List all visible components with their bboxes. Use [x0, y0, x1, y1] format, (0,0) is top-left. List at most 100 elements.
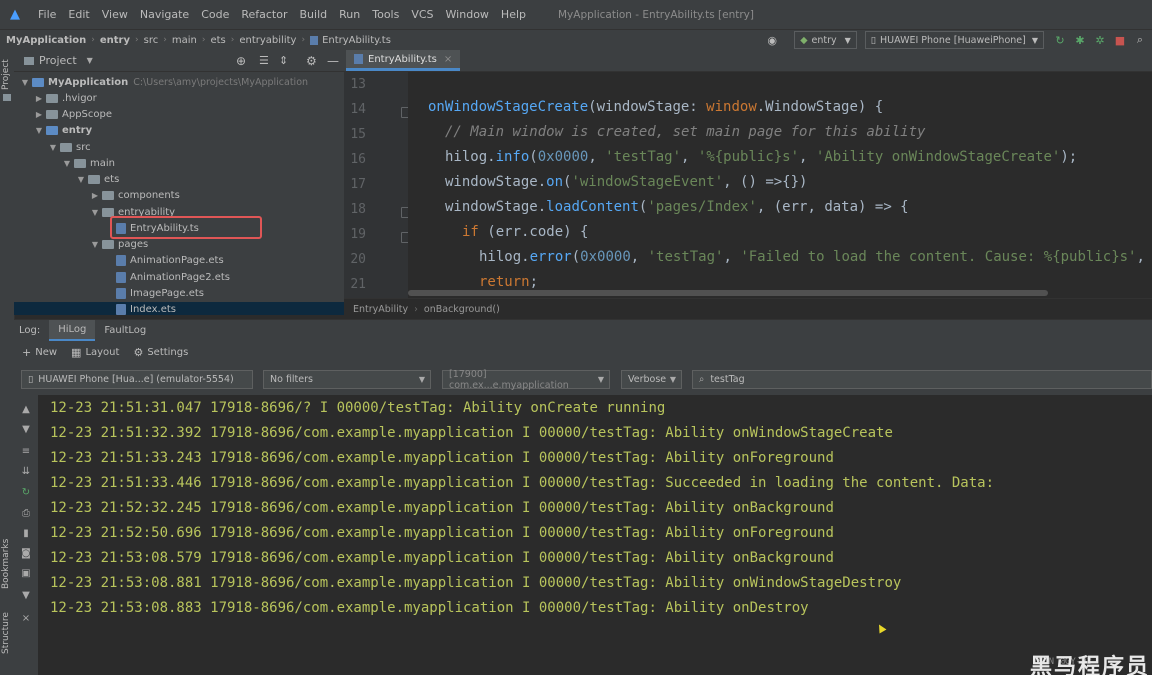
- tree-item-label: main: [90, 157, 115, 169]
- menu-tools[interactable]: Tools: [366, 8, 405, 21]
- log-level-select[interactable]: Verbose ▼: [621, 370, 682, 389]
- filter-label: No filters: [270, 374, 313, 385]
- breadcrumb-method[interactable]: onBackground(): [424, 304, 500, 315]
- arrow-down-icon[interactable]: ▼: [19, 424, 33, 435]
- device-select[interactable]: ▯ HUAWEI Phone [HuaweiPhone] ▼: [864, 31, 1044, 49]
- chevron-down-icon[interactable]: ▼: [20, 78, 30, 87]
- breadcrumb-item[interactable]: EntryAbility.ts: [322, 35, 391, 46]
- folder-icon: [46, 110, 58, 120]
- chevron-down-icon[interactable]: ▼: [48, 143, 58, 152]
- breadcrumb-item[interactable]: main: [172, 35, 197, 46]
- tree-item[interactable]: Index.ets: [14, 301, 344, 315]
- project-tool-icon: [3, 94, 11, 101]
- log-output[interactable]: 12-23 21:51:31.047 17918-8696/? I 00000/…: [38, 395, 1152, 675]
- project-tool-tab[interactable]: Project: [1, 59, 11, 90]
- chevron-down-icon[interactable]: ▼: [90, 240, 100, 249]
- menu-build[interactable]: Build: [294, 8, 334, 21]
- menu-refactor[interactable]: Refactor: [235, 8, 293, 21]
- search-everywhere-icon[interactable]: ⌕: [1132, 33, 1148, 47]
- filter-icon[interactable]: ▼: [19, 590, 33, 601]
- chevron-right-icon[interactable]: ▶: [34, 94, 44, 103]
- editor-horizontal-scrollbar[interactable]: [408, 290, 1048, 296]
- layout-button[interactable]: ▦ Layout: [71, 346, 119, 359]
- tree-item[interactable]: ▼ src: [14, 139, 344, 155]
- chevron-right-icon[interactable]: ▶: [34, 110, 44, 119]
- tree-item[interactable]: ▼ MyApplication C:\Users\amy\projects\MyAp…: [14, 74, 344, 90]
- left-tool-stripe-bottom: Bookmarks Structure: [0, 319, 15, 675]
- menu-edit[interactable]: Edit: [62, 8, 95, 21]
- menu-vcs[interactable]: VCS: [405, 8, 439, 21]
- close-icon[interactable]: ×: [19, 613, 33, 624]
- tree-item[interactable]: AnimationPage.ets: [14, 253, 344, 269]
- soft-wrap-icon[interactable]: ≡: [19, 446, 33, 457]
- breadcrumb-item[interactable]: MyApplication: [6, 35, 86, 46]
- structure-tool-tab[interactable]: Structure: [1, 612, 11, 654]
- chevron-down-icon[interactable]: ▼: [62, 159, 72, 168]
- save-icon[interactable]: ▣: [19, 568, 33, 579]
- menu-help[interactable]: Help: [495, 8, 532, 21]
- chevron-down-icon[interactable]: ▼: [87, 56, 93, 65]
- search-icon: ⌕: [699, 374, 705, 385]
- log-level-label: Verbose: [628, 374, 667, 385]
- tree-item[interactable]: ▼ ets: [14, 172, 344, 188]
- tab-hilog[interactable]: HiLog: [49, 320, 96, 341]
- menu-window[interactable]: Window: [440, 8, 495, 21]
- breadcrumb-item[interactable]: src: [144, 35, 159, 46]
- code-editor[interactable]: onWindowStageCreate(windowStage: window.…: [408, 72, 1152, 298]
- tree-item[interactable]: ▼ entry: [14, 123, 344, 139]
- bookmarks-tool-tab[interactable]: Bookmarks: [1, 539, 11, 589]
- debug-icon[interactable]: ✱: [1072, 34, 1088, 47]
- breadcrumb-item[interactable]: entryability: [239, 35, 296, 46]
- tree-item-label: .hvigor: [62, 92, 97, 104]
- breadcrumb-item[interactable]: ets: [210, 35, 225, 46]
- chevron-down-icon[interactable]: ▼: [34, 126, 44, 135]
- attach-debugger-icon[interactable]: ✲: [1092, 34, 1108, 47]
- file-icon: [116, 271, 126, 283]
- rerun-icon[interactable]: ↻: [1052, 34, 1068, 47]
- clear-icon[interactable]: ▮: [19, 528, 33, 539]
- locate-icon[interactable]: ⊕: [236, 54, 246, 68]
- collapse-all-icon[interactable]: ☰: [259, 54, 269, 67]
- scroll-to-end-icon[interactable]: ⇊: [19, 466, 33, 477]
- breadcrumb-item[interactable]: entry: [100, 35, 130, 46]
- process-select[interactable]: [17900] com.ex...e.myapplication ▼: [442, 369, 610, 391]
- tree-item[interactable]: ▼ main: [14, 155, 344, 171]
- menu-file[interactable]: File: [32, 8, 62, 21]
- menu-navigate[interactable]: Navigate: [134, 8, 195, 21]
- chevron-right-icon[interactable]: ▶: [90, 191, 100, 200]
- gear-icon[interactable]: ⚙: [306, 54, 317, 68]
- chevron-down-icon[interactable]: ▼: [90, 208, 100, 217]
- project-panel-header: Project ▼ ⊕ ☰ ⇕ ⚙ —: [14, 50, 344, 72]
- screenshot-icon[interactable]: ◙: [19, 548, 33, 559]
- breadcrumb-class[interactable]: EntryAbility: [353, 304, 408, 315]
- tree-item[interactable]: ▶ .hvigor: [14, 90, 344, 106]
- expand-all-icon[interactable]: ⇕: [279, 54, 288, 67]
- settings-button[interactable]: ⚙ Settings: [133, 346, 188, 359]
- new-button[interactable]: + New: [22, 346, 57, 359]
- hide-icon[interactable]: —: [327, 54, 339, 68]
- menu-view[interactable]: View: [96, 8, 134, 21]
- menu-run[interactable]: Run: [333, 8, 366, 21]
- target-icon[interactable]: ◉: [764, 34, 780, 47]
- project-panel-title[interactable]: Project: [39, 54, 77, 67]
- filter-select[interactable]: No filters ▼: [263, 370, 431, 389]
- run-config-select[interactable]: ◆ entry ▼: [794, 31, 857, 49]
- print-icon[interactable]: ⎙: [19, 508, 33, 519]
- arrow-up-icon[interactable]: ▲: [19, 404, 33, 415]
- tab-faultlog[interactable]: FaultLog: [95, 320, 155, 341]
- chevron-down-icon[interactable]: ▼: [76, 175, 86, 184]
- settings-label: Settings: [147, 346, 189, 358]
- log-line: 12-23 21:52:32.245 17918-8696/com.exampl…: [50, 500, 834, 516]
- tree-item[interactable]: ImagePage.ets: [14, 285, 344, 301]
- restart-icon[interactable]: ↻: [19, 487, 33, 498]
- chevron-down-icon: ▼: [597, 375, 604, 384]
- log-search-input[interactable]: ⌕ testTag: [692, 370, 1152, 389]
- device-filter-select[interactable]: ▯ HUAWEI Phone [Hua...e] (emulator-5554): [21, 370, 253, 389]
- stop-icon[interactable]: ■: [1112, 34, 1128, 47]
- tree-item[interactable]: AnimationPage2.ets: [14, 269, 344, 285]
- tab-entryability[interactable]: EntryAbility.ts ×: [346, 50, 461, 71]
- tree-item[interactable]: ▶ AppScope: [14, 107, 344, 123]
- menu-code[interactable]: Code: [195, 8, 235, 21]
- tree-item[interactable]: ▶ components: [14, 188, 344, 204]
- close-icon[interactable]: ×: [444, 54, 452, 65]
